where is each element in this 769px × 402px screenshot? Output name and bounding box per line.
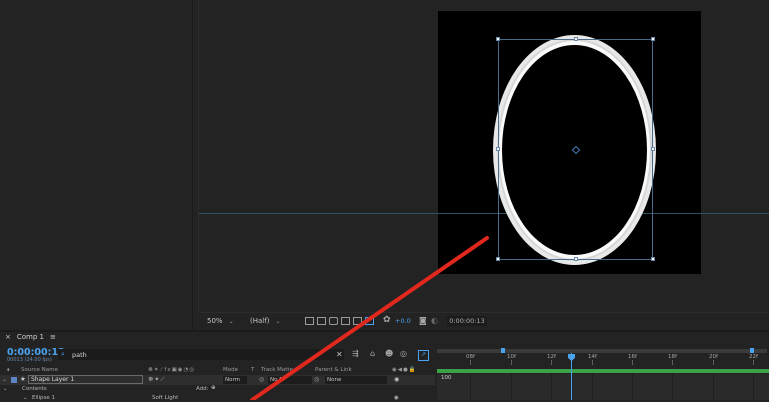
annotation-line xyxy=(250,236,489,400)
annotation-arrow-line xyxy=(250,236,489,400)
